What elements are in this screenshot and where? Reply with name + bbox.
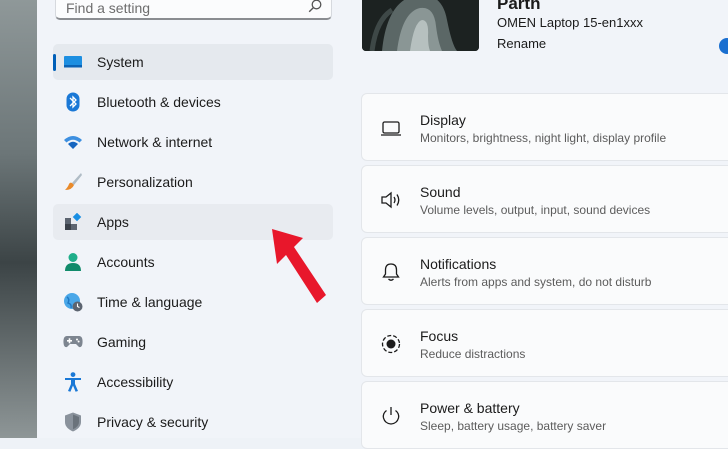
apps-icon [63,212,83,232]
sidebar-item-network[interactable]: Network & internet [53,124,333,160]
sidebar-item-system[interactable]: System [53,44,333,80]
sidebar-item-label: Accessibility [97,374,174,390]
sidebar-item-privacy-security[interactable]: Privacy & security [53,404,333,440]
globe-clock-icon [63,292,83,312]
selected-indicator [53,54,56,71]
person-icon [63,252,83,272]
gamepad-icon [63,332,83,352]
sidebar-item-label: Accounts [97,254,155,270]
card-power-battery[interactable]: Power & battery Sleep, battery usage, ba… [361,381,728,449]
profile-name: Parth [497,0,541,13]
card-description: Sleep, battery usage, battery saver [420,419,607,433]
sidebar-item-label: Privacy & security [97,414,209,430]
edge-icon[interactable] [719,38,728,54]
card-title: Display [420,112,466,128]
sidebar-item-label: Bluetooth & devices [97,94,221,110]
bell-icon [382,263,400,281]
sidebar-item-label: Personalization [97,174,193,190]
card-description: Volume levels, output, input, sound devi… [420,203,651,217]
bluetooth-icon [63,92,83,112]
rename-link[interactable]: Rename [497,36,546,51]
search-icon [308,0,322,13]
monitor-icon [381,121,401,136]
sidebar-item-label: Apps [97,214,129,230]
wifi-icon [63,132,83,152]
red-arrow-annotation [272,229,326,303]
brush-icon [63,172,83,192]
device-name: OMEN Laptop 15-en1xxx [497,15,643,30]
sidebar-item-gaming[interactable]: Gaming [53,324,333,360]
card-description: Monitors, brightness, night light, displ… [420,131,667,145]
desktop-background [0,0,37,438]
speaker-icon [381,191,400,209]
card-sound[interactable]: Sound Volume levels, output, input, soun… [361,165,728,233]
card-display[interactable]: Display Monitors, brightness, night ligh… [361,93,728,161]
settings-window: Find a setting System Bluetooth & device… [37,0,728,449]
card-notifications[interactable]: Notifications Alerts from apps and syste… [361,237,728,305]
sidebar-item-personalization[interactable]: Personalization [53,164,333,200]
card-description: Alerts from apps and system, do not dist… [420,275,652,289]
sidebar-item-label: Gaming [97,334,147,350]
system-icon [63,52,83,72]
sidebar-item-label: Network & internet [97,134,213,150]
accessibility-icon [63,372,83,392]
power-icon [382,407,400,425]
sidebar-item-bluetooth[interactable]: Bluetooth & devices [53,84,333,120]
card-description: Reduce distractions [420,347,526,361]
card-title: Power & battery [420,400,520,416]
desktop-wallpaper-thumbnail[interactable] [362,0,479,51]
card-focus[interactable]: Focus Reduce distractions [361,309,728,377]
sidebar-item-accessibility[interactable]: Accessibility [53,364,333,400]
shield-icon [63,412,83,432]
card-title: Focus [420,328,459,344]
sidebar-item-label: System [97,54,144,70]
sidebar-item-label: Time & language [97,294,203,310]
card-title: Sound [420,184,461,200]
search-input[interactable]: Find a setting [55,0,332,20]
focus-icon [381,334,401,354]
search-placeholder: Find a setting [66,0,151,16]
card-title: Notifications [420,256,497,272]
